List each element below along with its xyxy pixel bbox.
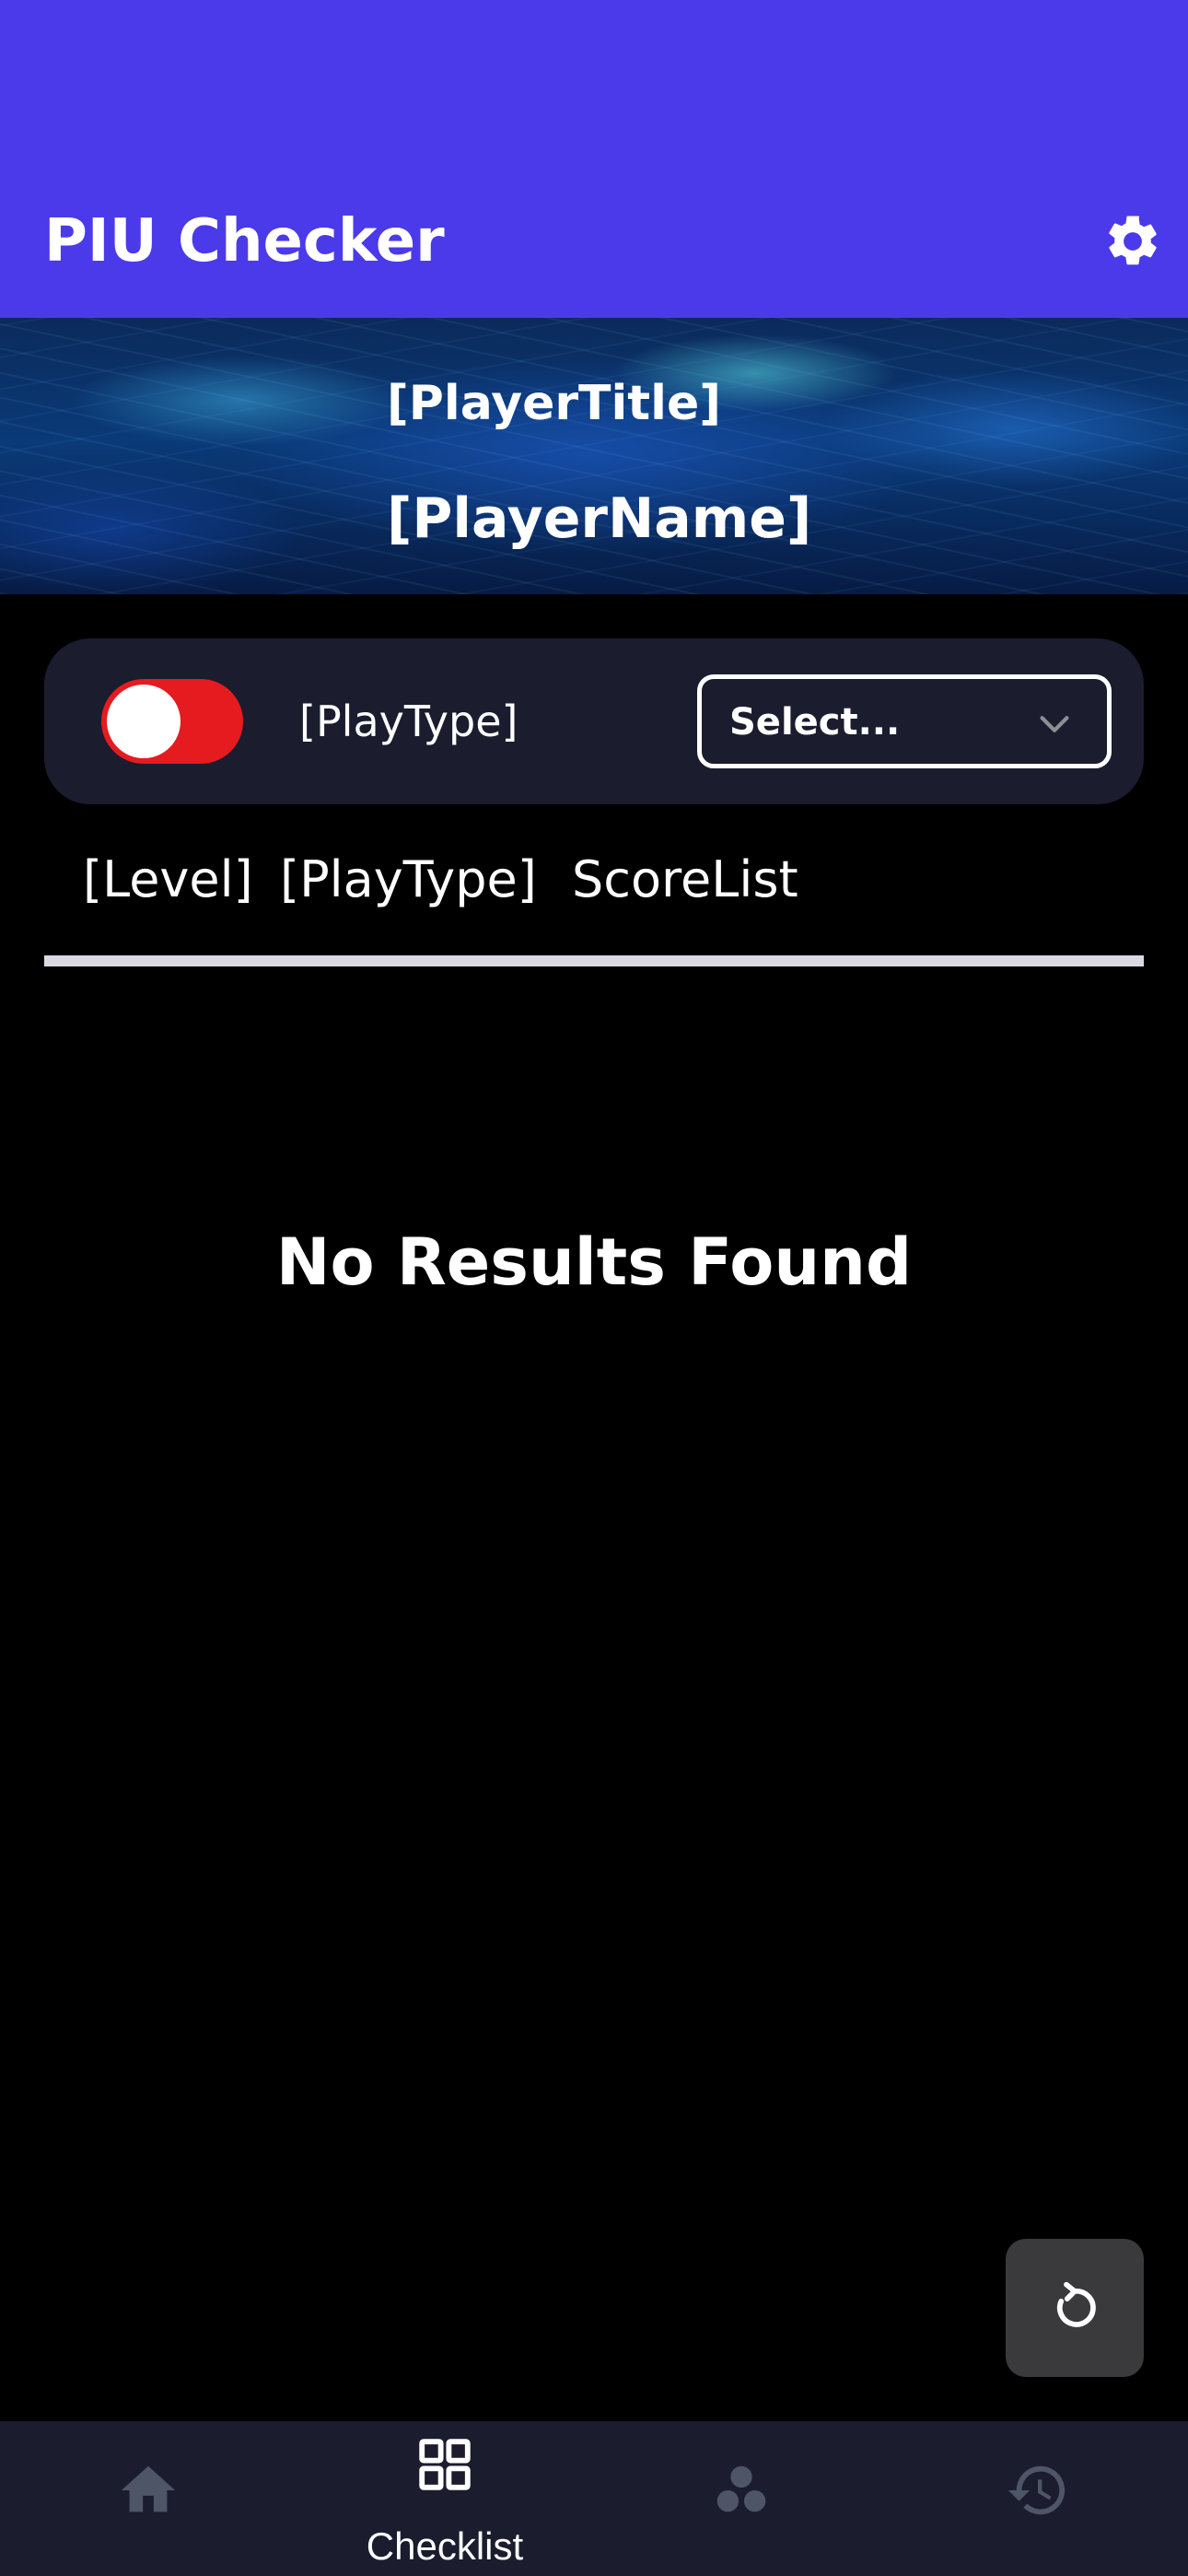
toggle-knob xyxy=(107,685,181,758)
tab-level[interactable]: [Level] xyxy=(83,848,253,912)
player-banner: [PlayerTitle] [PlayerName] xyxy=(0,318,1188,594)
filter-card: [PlayType] Select... xyxy=(44,638,1144,804)
grid-icon xyxy=(419,2439,471,2490)
app-title: PIU Checker xyxy=(44,207,445,275)
player-title: [PlayerTitle] xyxy=(387,376,722,431)
nav-checklist[interactable]: Checklist xyxy=(297,2421,593,2576)
history-icon xyxy=(1007,2465,1066,2515)
tab-playtype[interactable]: [PlayType] xyxy=(280,848,537,912)
nav-history[interactable] xyxy=(890,2421,1186,2576)
gear-icon xyxy=(1109,216,1157,265)
playtype-toggle[interactable] xyxy=(101,679,243,764)
select-value: Select... xyxy=(729,701,901,744)
playtype-label: [PlayType] xyxy=(299,697,518,746)
app-screen: PIU Checker [PlayerTitle] [PlayerName] [… xyxy=(0,0,1188,2576)
tab-scorelist[interactable]: ScoreList xyxy=(572,848,798,912)
refresh-icon xyxy=(1056,2281,1096,2327)
tab-bar: [Level] [PlayType] ScoreList xyxy=(44,829,1144,967)
refresh-button[interactable] xyxy=(1006,2239,1144,2377)
player-name: [PlayerName] xyxy=(387,486,812,551)
chevron-down-icon xyxy=(1040,716,1069,732)
level-select[interactable]: Select... xyxy=(697,674,1112,768)
settings-button[interactable] xyxy=(1098,206,1168,276)
nav-group[interactable] xyxy=(593,2421,890,2576)
bottom-navigation: Checklist xyxy=(0,2421,1188,2576)
nav-home[interactable] xyxy=(0,2421,297,2576)
tab-divider xyxy=(44,955,1144,966)
empty-state-message: No Results Found xyxy=(275,1224,913,1300)
home-icon xyxy=(121,2465,176,2512)
group-icon xyxy=(716,2465,766,2512)
app-header: PIU Checker xyxy=(0,0,1188,318)
nav-checklist-label: Checklist xyxy=(366,2524,524,2568)
